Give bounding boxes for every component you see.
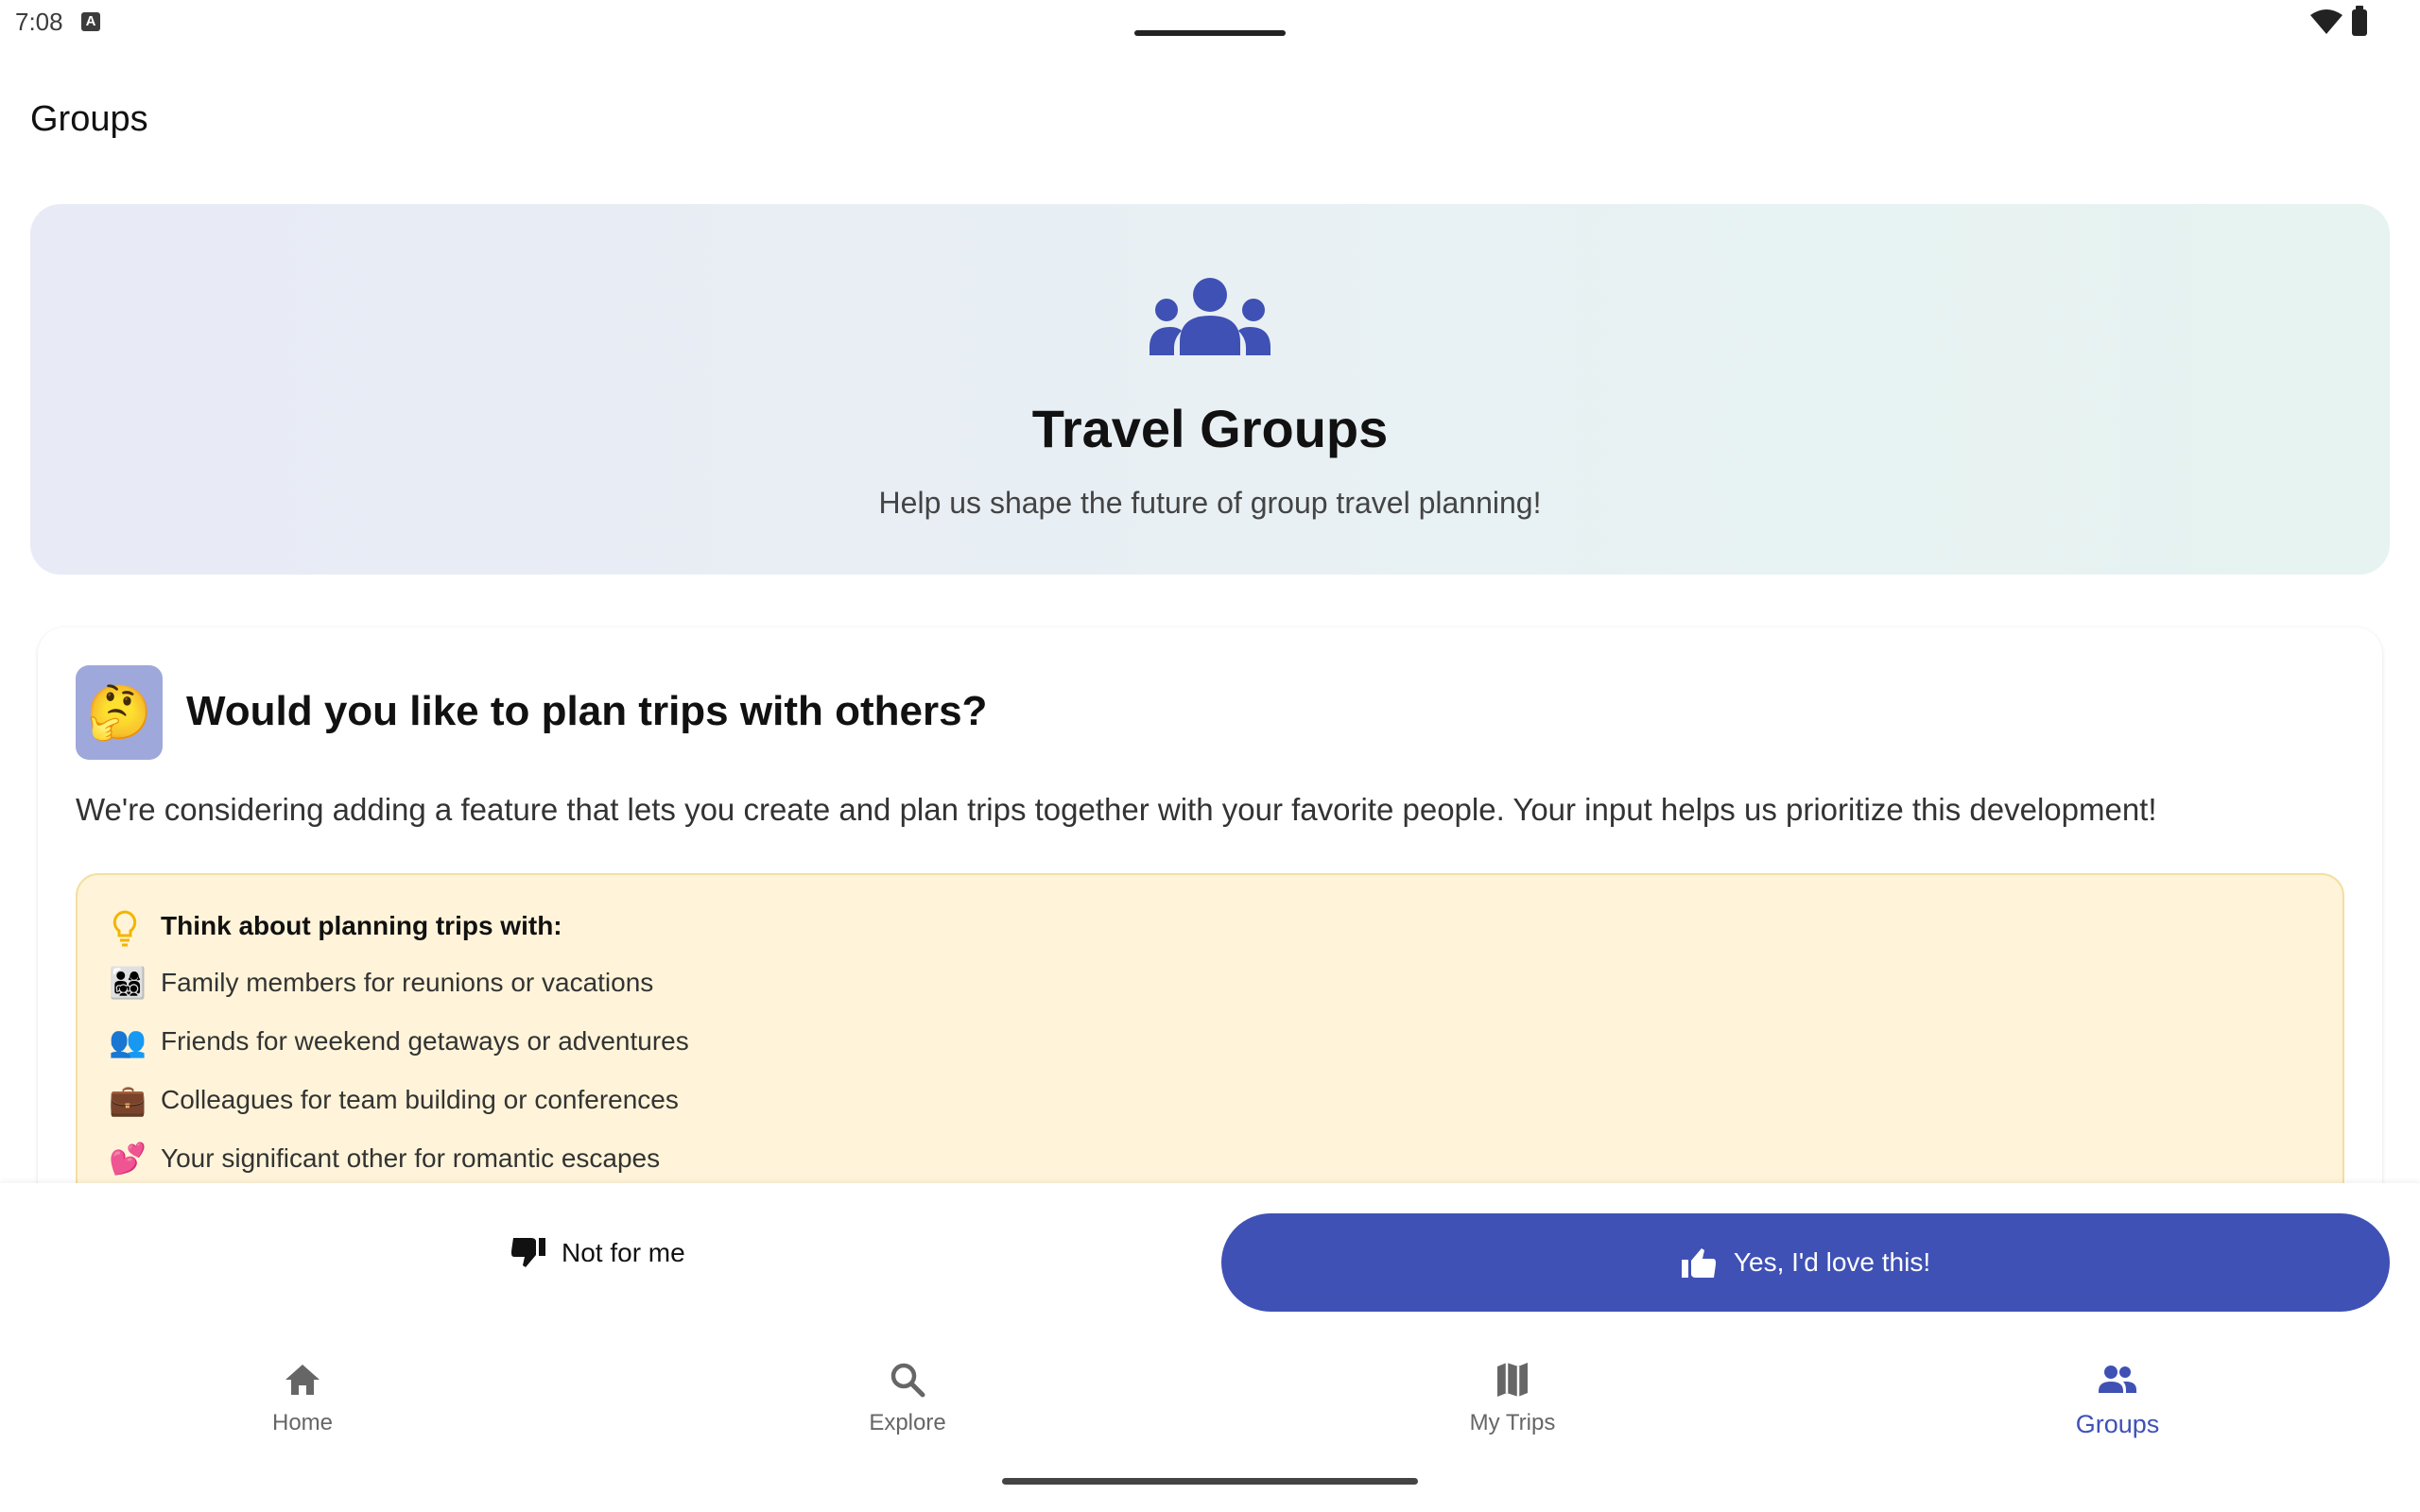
friends-icon: 👥: [109, 1024, 147, 1058]
list-item: 👥 Friends for weekend getaways or advent…: [106, 1021, 689, 1062]
status-time: 7:08: [15, 8, 63, 36]
groups-icon: [1150, 278, 1270, 355]
nav-item-explore[interactable]: Explore: [813, 1357, 1002, 1461]
nav-item-groups[interactable]: Groups: [2023, 1357, 2212, 1461]
hero-title: Travel Groups: [1031, 399, 1389, 458]
thumbs-up-icon: [1681, 1248, 1716, 1278]
notification-icon: A: [81, 12, 100, 31]
thinking-face-icon: 🤔: [76, 665, 163, 760]
search-icon: [890, 1363, 925, 1398]
family-icon: 👨‍👩‍👧‍👦: [109, 966, 147, 1000]
tips-heading: Think about planning trips with:: [161, 911, 562, 940]
hero-subtitle: Help us shape the future of group travel…: [878, 486, 1542, 520]
nav-item-my-trips[interactable]: My Trips: [1418, 1357, 1607, 1461]
not-for-me-button[interactable]: Not for me: [510, 1225, 685, 1281]
hero-banner: Travel Groups Help us shape the future o…: [30, 204, 2390, 575]
tip-text: Colleagues for team building or conferen…: [161, 1085, 679, 1114]
nav-label-groups: Groups: [2075, 1410, 2160, 1438]
yes-love-this-button[interactable]: Yes, I'd love this!: [1221, 1213, 2390, 1312]
window-handle[interactable]: [1134, 30, 1286, 36]
list-item: 💼 Colleagues for team building or confer…: [106, 1079, 679, 1121]
wifi-icon: [2310, 9, 2342, 34]
nav-label-explore: Explore: [869, 1410, 946, 1435]
home-icon: [285, 1365, 320, 1395]
not-for-me-label: Not for me: [562, 1238, 685, 1267]
status-bar: 7:08 A: [0, 0, 2420, 45]
screen: 7:08 A Groups Travel Groups Help us shap…: [0, 0, 2420, 1512]
nav-label-home: Home: [271, 1410, 334, 1435]
yes-love-this-label: Yes, I'd love this!: [1733, 1247, 1931, 1277]
card-title: Would you like to plan trips with others…: [186, 688, 988, 734]
nav-item-home[interactable]: Home: [208, 1357, 397, 1461]
gesture-bar[interactable]: [1002, 1478, 1418, 1485]
page-title: Groups: [30, 99, 148, 139]
list-item: 💕 Your significant other for romantic es…: [106, 1138, 660, 1179]
tip-text: Friends for weekend getaways or adventur…: [161, 1026, 689, 1056]
battery-icon: [2352, 6, 2367, 36]
card-description: We're considering adding a feature that …: [76, 792, 2157, 827]
groups-icon: [2099, 1366, 2136, 1393]
list-item: 👨‍👩‍👧‍👦 Family members for reunions or v…: [106, 962, 653, 1004]
hearts-icon: 💕: [109, 1142, 147, 1176]
bottom-navigation: Home Explore My Trips Groups: [0, 1340, 2420, 1512]
tip-text: Your significant other for romantic esca…: [161, 1143, 661, 1173]
thumbs-down-icon: [511, 1238, 545, 1267]
briefcase-icon: 💼: [109, 1083, 147, 1117]
lightbulb-icon: [112, 910, 137, 947]
nav-label-my-trips: My Trips: [1469, 1410, 1556, 1435]
map-icon: [1497, 1363, 1528, 1397]
tip-text: Family members for reunions or vacations: [161, 968, 654, 997]
action-bar: Not for me Yes, I'd love this!: [0, 1183, 2420, 1340]
